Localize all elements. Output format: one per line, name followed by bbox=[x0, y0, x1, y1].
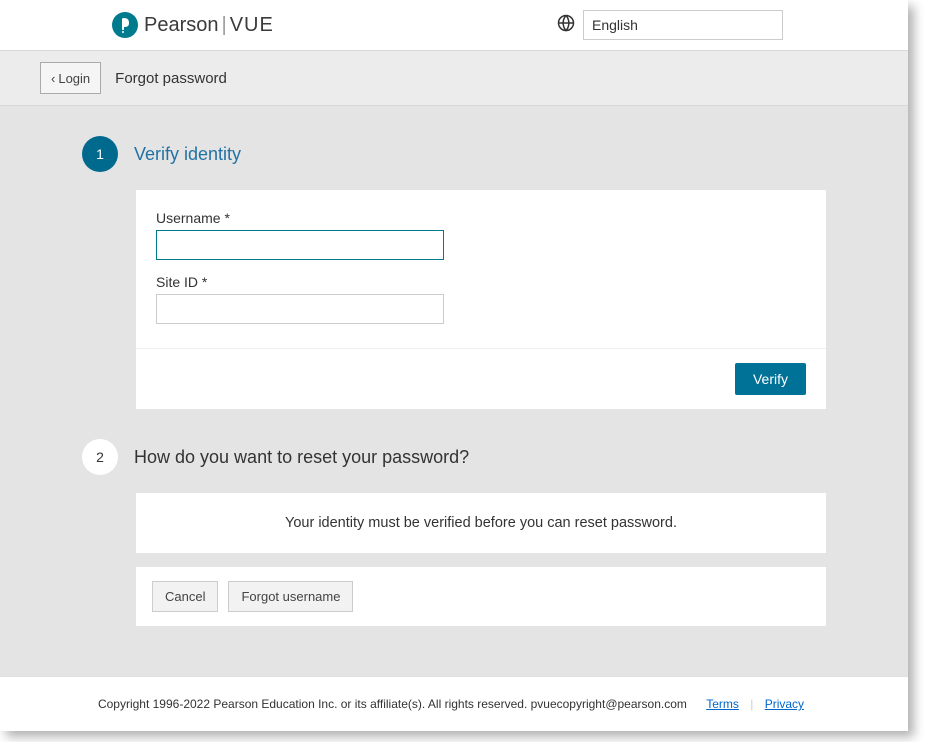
main-content: 1 Verify identity Username * Site ID * V… bbox=[0, 106, 908, 676]
page-container: Pearson|VUE English ‹ Login Forgot passw… bbox=[0, 0, 908, 731]
language-value: English bbox=[592, 17, 638, 33]
step1-header: 1 Verify identity bbox=[82, 136, 826, 172]
top-header: Pearson|VUE English bbox=[0, 0, 908, 51]
footer: Copyright 1996-2022 Pearson Education In… bbox=[0, 676, 908, 731]
logo: Pearson|VUE bbox=[112, 12, 274, 38]
siteid-label: Site ID * bbox=[156, 274, 806, 290]
page-title: Forgot password bbox=[115, 70, 227, 87]
step1-title: Verify identity bbox=[134, 144, 241, 165]
step2-number-badge: 2 bbox=[82, 439, 118, 475]
login-back-button[interactable]: ‹ Login bbox=[40, 62, 101, 94]
username-input[interactable] bbox=[156, 230, 444, 260]
step1-number-badge: 1 bbox=[82, 136, 118, 172]
username-label: Username * bbox=[156, 210, 806, 226]
pearson-logo-icon bbox=[112, 12, 138, 38]
verify-panel-footer: Verify bbox=[136, 348, 826, 409]
login-button-label: Login bbox=[58, 71, 90, 86]
step2-header: 2 How do you want to reset your password… bbox=[82, 439, 826, 475]
username-group: Username * bbox=[156, 210, 806, 260]
forgot-username-button[interactable]: Forgot username bbox=[228, 581, 353, 612]
globe-icon bbox=[557, 14, 575, 37]
siteid-group: Site ID * bbox=[156, 274, 806, 324]
step2-title: How do you want to reset your password? bbox=[134, 447, 469, 468]
verify-identity-panel: Username * Site ID * Verify bbox=[136, 190, 826, 409]
reset-info-panel: Your identity must be verified before yo… bbox=[136, 493, 826, 553]
footer-copyright: Copyright 1996-2022 Pearson Education In… bbox=[98, 697, 687, 711]
action-panel: Cancel Forgot username bbox=[136, 567, 826, 626]
footer-divider: | bbox=[750, 697, 753, 711]
logo-product: VUE bbox=[230, 14, 274, 36]
terms-link[interactable]: Terms bbox=[706, 697, 739, 711]
verify-button[interactable]: Verify bbox=[735, 363, 806, 395]
cancel-button[interactable]: Cancel bbox=[152, 581, 218, 612]
privacy-link[interactable]: Privacy bbox=[765, 697, 804, 711]
breadcrumb-bar: ‹ Login Forgot password bbox=[0, 51, 908, 106]
logo-brand: Pearson bbox=[144, 14, 219, 36]
logo-separator: | bbox=[222, 14, 227, 36]
siteid-input[interactable] bbox=[156, 294, 444, 324]
language-select[interactable]: English bbox=[583, 10, 783, 40]
reset-info-text: Your identity must be verified before yo… bbox=[285, 515, 677, 531]
chevron-left-icon: ‹ bbox=[51, 71, 55, 86]
logo-text: Pearson|VUE bbox=[144, 14, 274, 37]
